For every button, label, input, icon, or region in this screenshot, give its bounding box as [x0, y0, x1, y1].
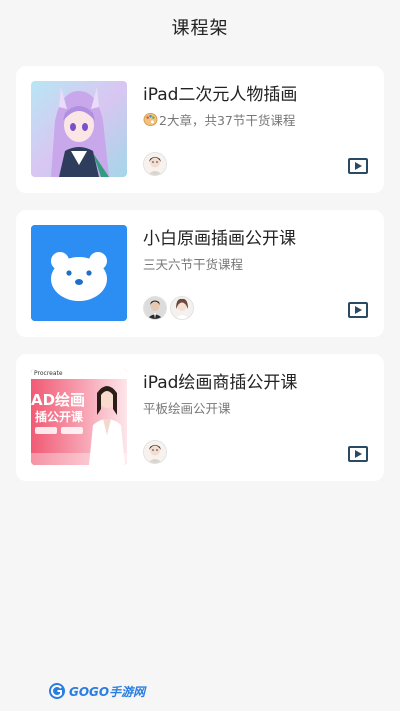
- play-video-icon[interactable]: [348, 158, 368, 174]
- watermark-text: GOGO手游网: [69, 684, 146, 699]
- page-title: 课程架: [171, 18, 229, 39]
- course-title[interactable]: iPad绘画商插公开课: [143, 368, 297, 393]
- teacher-avatars: [143, 440, 170, 464]
- course-thumbnail[interactable]: [31, 81, 127, 177]
- avatar: [143, 440, 167, 464]
- avatar: [170, 296, 194, 320]
- watermark-logo: GOGO手游网: [48, 682, 145, 700]
- course-card[interactable]: iPad二次元人物插画 2大章，共37节干货课程: [16, 66, 384, 193]
- play-video-icon[interactable]: [348, 446, 368, 462]
- teacher-avatars: [143, 296, 197, 320]
- play-video-icon[interactable]: [348, 302, 368, 318]
- gogo-logo-icon: [49, 683, 65, 699]
- course-card[interactable]: 小白原画插画公开课 三天六节干货课程: [16, 210, 384, 337]
- avatar: [143, 296, 167, 320]
- course-card[interactable]: Procreate AD绘画 插公开课 iPad绘画商插公开课 平板绘画公开课: [16, 354, 384, 481]
- promo-headline: 插公开课: [35, 410, 84, 424]
- promo-brand-text: Procreate: [34, 370, 63, 377]
- course-title[interactable]: 小白原画插画公开课: [143, 224, 296, 249]
- palette-icon: [143, 113, 158, 126]
- course-thumbnail[interactable]: Procreate AD绘画 插公开课: [31, 369, 127, 465]
- teacher-avatars: [143, 152, 170, 176]
- course-subtitle: 2大章，共37节干货课程: [143, 110, 295, 129]
- promo-headline: AD绘画: [31, 391, 86, 409]
- avatar: [143, 152, 167, 176]
- course-thumbnail[interactable]: [31, 225, 127, 321]
- course-title[interactable]: iPad二次元人物插画: [143, 80, 297, 105]
- course-subtitle: 三天六节干货课程: [143, 257, 244, 272]
- course-subtitle: 平板绘画公开课: [143, 401, 231, 416]
